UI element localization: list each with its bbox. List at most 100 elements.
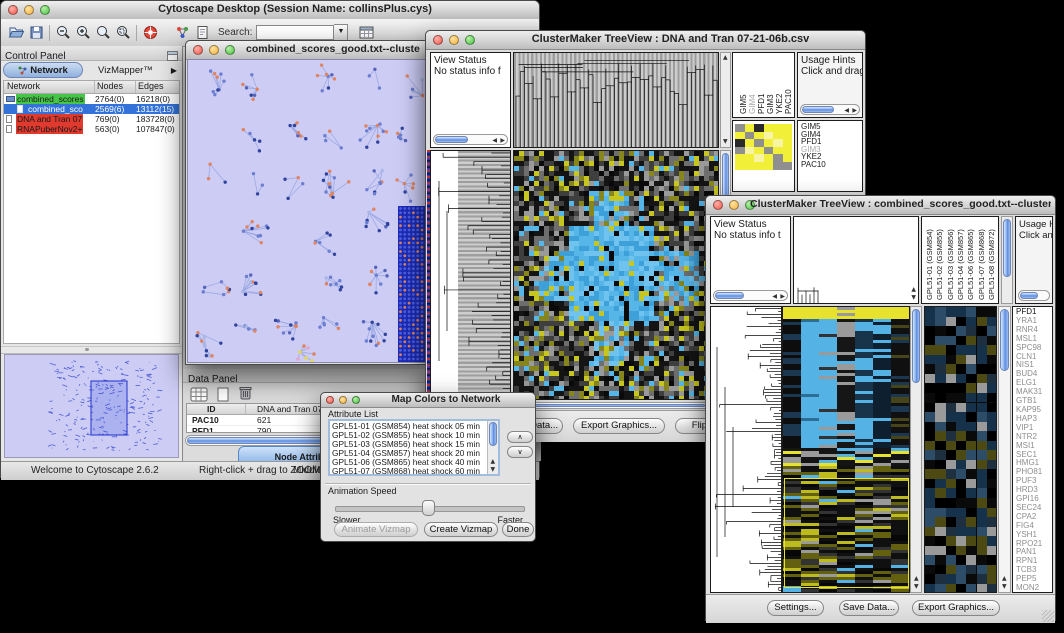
done-button[interactable]: Done [502, 522, 534, 537]
view-status-hscrollbar[interactable]: ◀ ▶ [433, 134, 508, 145]
minimize-button[interactable] [24, 5, 34, 15]
zoom-fit-icon[interactable] [93, 23, 113, 43]
column-dendrogram[interactable] [513, 52, 719, 148]
minimize-button[interactable] [449, 35, 459, 45]
usage-hints-hscrollbar[interactable] [1018, 290, 1050, 301]
treeview-combined-titlebar[interactable]: ClusterMaker TreeView : combined_scores_… [706, 196, 1055, 215]
col-header-nodes[interactable]: Nodes [97, 81, 123, 91]
export-graphics-button[interactable]: Export Graphics... [573, 418, 665, 434]
window-controls[interactable] [8, 5, 50, 15]
column-label: GIM3 [766, 94, 775, 114]
dp-table-icon[interactable] [189, 384, 209, 404]
row-dendrogram[interactable] [710, 306, 782, 593]
panel-splitter[interactable] [1, 346, 182, 354]
tab-overflow-arrow[interactable]: ▶ [168, 66, 180, 75]
map-colors-dialog: Map Colors to Network Attribute List GPL… [320, 392, 536, 542]
minimize-button[interactable] [209, 45, 219, 55]
tab-network[interactable]: Network [3, 62, 83, 78]
tv1-row-labels: GIM5GIM4PFD1GIM3YKE2PAC10 [797, 120, 863, 192]
animate-vizmap-button[interactable]: Animate Vizmap [334, 522, 418, 537]
col-header-edges[interactable]: Edges [138, 81, 164, 91]
animation-slider-handle[interactable] [422, 500, 435, 516]
zoom-button[interactable] [465, 35, 475, 45]
zoom-button[interactable] [40, 5, 50, 15]
settings-button[interactable]: Settings... [767, 600, 824, 616]
network-overview[interactable] [4, 354, 179, 458]
dialog-titlebar[interactable]: Map Colors to Network [321, 393, 535, 408]
search-dropdown-button[interactable]: ▼ [334, 24, 348, 41]
col-header-network[interactable]: Network [7, 81, 40, 91]
search-input[interactable] [256, 25, 334, 40]
zoom-out-icon[interactable] [53, 23, 73, 43]
column-label: GPL51-07 (GSM868) [977, 229, 987, 300]
network-tree-row[interactable]: combined_scores2764(0)16218(0) [4, 94, 179, 104]
correlation-matrix-panel[interactable] [732, 120, 795, 192]
matrix-cell [754, 124, 764, 132]
desktop: Cytoscape Desktop (Session Name: collins… [0, 0, 1064, 633]
row-value: 790 [257, 426, 271, 433]
dp-col-id[interactable]: ID [207, 404, 216, 414]
minimize-button[interactable] [729, 200, 739, 210]
attribute-list-vscrollbar[interactable]: ▲ ▼ [487, 421, 498, 474]
zoom-selected-icon[interactable] [113, 23, 133, 43]
tv1-top-vscrollbar[interactable]: ▲ ▼ [720, 52, 731, 148]
tv2-zoom-heatmap[interactable] [924, 306, 997, 593]
matrix-cell [745, 132, 755, 140]
main-window-title: Cytoscape Desktop (Session Name: collins… [61, 3, 529, 15]
gene-label[interactable]: PAC10 [801, 161, 862, 169]
export-graphics-button[interactable]: Export Graphics... [912, 600, 1000, 616]
tv2-heatmap-vscrollbar[interactable]: ▲ ▼ [910, 306, 922, 593]
dp-new-attribute-icon[interactable] [213, 384, 233, 404]
matrix-cell [764, 132, 774, 140]
attribute-listbox[interactable]: GPL51-01 (GSM854) heat shock 05 minGPL51… [328, 419, 500, 476]
close-button[interactable] [713, 200, 723, 210]
network-tree-row[interactable]: RNAPuberNov2+563(0)107847(0) [4, 124, 179, 134]
column-tree-area[interactable]: ▲ ▼ [793, 216, 919, 304]
matrix-cell [783, 147, 793, 155]
tv2-labels-vscrollbar[interactable] [1001, 216, 1013, 304]
tv1-hscrollbar[interactable] [513, 402, 731, 409]
dp-delete-trash-icon[interactable] [235, 383, 255, 403]
search-label: Search: [218, 27, 252, 38]
network-tab-icon [18, 66, 27, 75]
network-name: combined_sco [27, 104, 84, 114]
zoom-button[interactable] [352, 396, 360, 404]
row-dendrogram[interactable] [430, 150, 511, 400]
zoom-in-icon[interactable] [73, 23, 93, 43]
network-tree-row[interactable]: combined_sco2569(6)13112(15) [4, 104, 179, 114]
tv2-zoom-vscrollbar[interactable]: ▲ ▼ [998, 306, 1011, 593]
usage-hints-hscrollbar[interactable]: ◀ ▶ [800, 104, 860, 115]
gene-annotation-strip [427, 150, 430, 400]
tv2-gene-list[interactable]: PFD1YRA1RNR4MSL1SPC98CLN1NIS1BUD4ELG1MAK… [1012, 306, 1053, 593]
zoom-button[interactable] [225, 45, 235, 55]
help-lifering-icon[interactable] [140, 23, 160, 43]
save-session-icon[interactable] [26, 23, 46, 43]
open-file-icon[interactable] [6, 23, 26, 43]
matrix-cell [754, 162, 764, 170]
view-status-hscrollbar[interactable]: ◀ ▶ [713, 290, 788, 301]
network-tree-row[interactable]: DNA and Tran 07769(0)183728(0) [4, 114, 179, 124]
move-down-button[interactable]: ∨ [507, 446, 533, 458]
network-view-titlebar[interactable]: combined_scores_good.txt--cluste... [186, 41, 430, 60]
treeview-dna-titlebar[interactable]: ClusterMaker TreeView : DNA and Tran 07-… [426, 31, 865, 50]
tv2-heatmap[interactable] [782, 306, 910, 593]
close-button[interactable] [193, 45, 203, 55]
tab-vizmapper[interactable]: VizMapper™ [83, 65, 168, 76]
attribute-item[interactable]: GPL51-07 (GSM868) heat shock 60 min [332, 467, 486, 476]
control-panel: Control Panel Network VizMapper™ ▶ Netwo… [1, 46, 183, 461]
network-name: DNA and Tran 07 [16, 114, 83, 124]
matrix-cell [754, 139, 764, 147]
minimize-button[interactable] [339, 396, 347, 404]
close-button[interactable] [433, 35, 443, 45]
close-button[interactable] [326, 396, 334, 404]
main-titlebar[interactable]: Cytoscape Desktop (Session Name: collins… [1, 1, 539, 20]
create-vizmap-button[interactable]: Create Vizmap [424, 522, 498, 537]
tv1-heatmap[interactable] [513, 150, 719, 400]
close-button[interactable] [8, 5, 18, 15]
resize-grip[interactable] [1042, 610, 1054, 622]
move-up-button[interactable]: ∧ [507, 431, 533, 443]
matrix-cell [783, 124, 793, 132]
network-canvas[interactable] [187, 59, 429, 363]
save-data-button[interactable]: Save Data... [839, 600, 899, 616]
gene-label[interactable]: MON2 [1016, 584, 1052, 593]
